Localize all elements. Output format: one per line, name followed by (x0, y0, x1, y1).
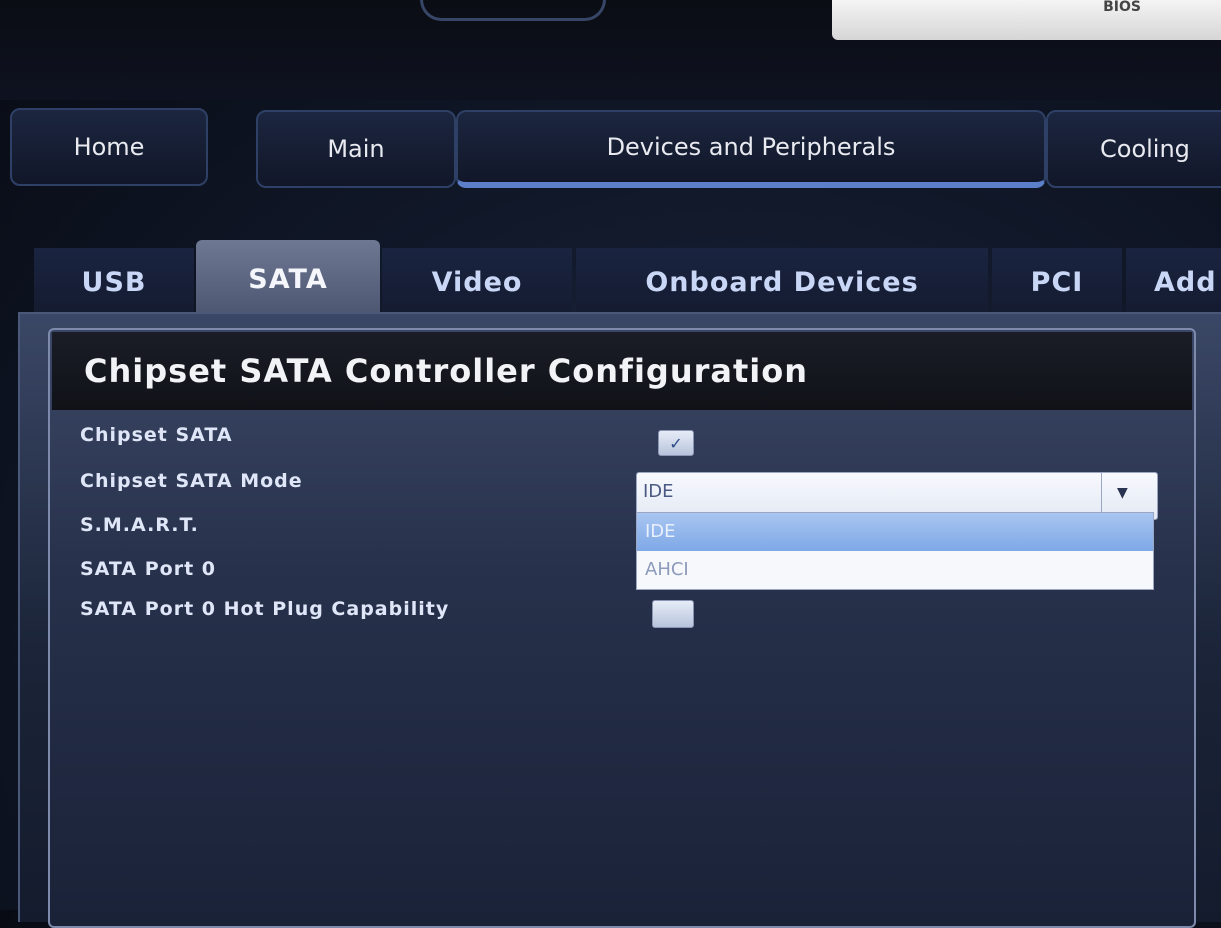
subtab-sata-label: SATA (248, 263, 328, 295)
tab-home[interactable]: Home (10, 108, 208, 186)
brand-logo (420, 0, 606, 21)
chipset-sata-mode-label: Chipset SATA Mode (80, 470, 303, 492)
sata-port0-hotplug-label: SATA Port 0 Hot Plug Capability (80, 598, 450, 620)
subtab-onboard-label: Onboard Devices (645, 266, 919, 298)
subtab-pci[interactable]: PCI (992, 248, 1122, 316)
chipset-sata-label: Chipset SATA (80, 424, 233, 446)
section-title: Chipset SATA Controller Configuration (52, 332, 1192, 410)
subtab-usb-label: USB (81, 266, 147, 298)
dropdown-value: IDE (643, 481, 674, 502)
tab-home-label: Home (73, 133, 145, 161)
smart-label: S.M.A.R.T. (80, 514, 199, 536)
checkmark-icon: ✓ (669, 433, 683, 453)
chevron-down-icon[interactable]: ▼ (1117, 485, 1128, 501)
tab-main-label: Main (327, 135, 385, 163)
sata-port0-label: SATA Port 0 (80, 558, 216, 580)
mode-options-list: IDE AHCI (636, 512, 1154, 590)
subtab-add-label: Add (1154, 266, 1217, 298)
subtab-onboard-devices[interactable]: Onboard Devices (576, 248, 988, 316)
subtab-sata[interactable]: SATA (196, 240, 380, 318)
bios-label: BIOS (1103, 0, 1141, 15)
option-ide[interactable]: IDE (637, 513, 1153, 551)
tab-devices-and-peripherals[interactable]: Devices and Peripherals (456, 110, 1046, 188)
subtab-add[interactable]: Add (1126, 248, 1221, 316)
bios-title-card: BIOS (832, 0, 1221, 40)
tab-main[interactable]: Main (256, 110, 456, 188)
tab-cooling-label: Cooling (1100, 135, 1190, 163)
tab-cooling[interactable]: Cooling (1046, 110, 1221, 188)
subtab-video[interactable]: Video (382, 248, 572, 316)
subtab-usb[interactable]: USB (34, 248, 194, 316)
chipset-sata-checkbox[interactable]: ✓ (658, 430, 694, 456)
tab-devices-label: Devices and Peripherals (606, 133, 896, 161)
sata-port0-hotplug-checkbox[interactable] (652, 600, 694, 628)
subtab-pci-label: PCI (1030, 266, 1084, 298)
settings-panel (48, 328, 1196, 928)
subtab-video-label: Video (431, 266, 523, 298)
option-ahci[interactable]: AHCI (637, 551, 1153, 589)
